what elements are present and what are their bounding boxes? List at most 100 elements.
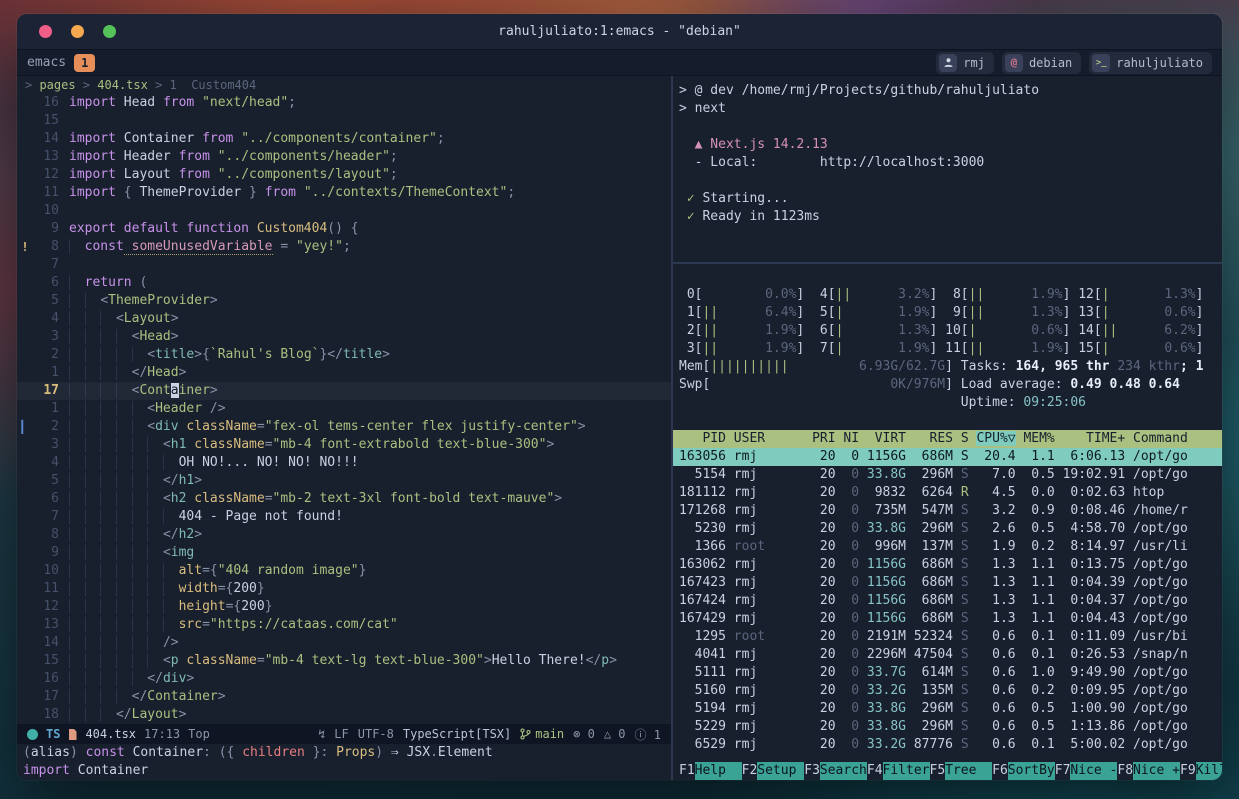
maximize-button[interactable]	[103, 25, 116, 38]
tmux-segment-label: rahuljuliato	[1116, 56, 1203, 70]
code-line[interactable]: 3 <h1 className="mb-4 font-extrabold tex…	[17, 436, 671, 454]
code-line[interactable]: 6 return (	[17, 274, 671, 292]
code-line[interactable]: 1 <Header />	[17, 400, 671, 418]
code-line[interactable]: 17 <Container>	[17, 382, 671, 400]
statusline-right: ↯ LF UTF-8 TypeScript[TSX] main ⊗ 0 △ 0 …	[318, 726, 661, 743]
tmux-status-right: rmj @debian >_ rahuljuliato	[936, 52, 1212, 74]
code-line[interactable]: 9export default function Custom404() {	[17, 220, 671, 238]
code-line[interactable]: 6 <h2 className="mb-2 text-3xl font-bold…	[17, 490, 671, 508]
tmux-window-badge[interactable]: 1	[74, 54, 95, 72]
tmux-segment-rahuljuliato[interactable]: >_ rahuljuliato	[1089, 52, 1212, 74]
process-row[interactable]: 5230 rmj 20 0 33.8G 296M S 2.6 0.5 4:58.…	[673, 520, 1222, 538]
close-button[interactable]	[39, 25, 52, 38]
lsp-icon: ↯	[318, 727, 325, 741]
process-row[interactable]: 5160 rmj 20 0 33.2G 135M S 0.6 0.2 0:09.…	[673, 682, 1222, 700]
process-row[interactable]: 4041 rmj 20 0 2296M 47504 S 0.6 0.1 0:26…	[673, 646, 1222, 664]
code-line[interactable]: 10	[17, 202, 671, 220]
info-count: ⓘ 1	[635, 726, 661, 743]
tmux-session-name[interactable]: emacs	[27, 55, 66, 70]
code-line[interactable]: 2 <title>{`Rahul's Blog`}</title>	[17, 346, 671, 364]
statusline-filename: 404.tsx	[85, 727, 136, 741]
code-line[interactable]: 11import { ThemeProvider } from "../cont…	[17, 184, 671, 202]
minimize-button[interactable]	[71, 25, 84, 38]
code-line[interactable]: 18 </Layout>	[17, 706, 671, 724]
code-line[interactable]: 14 />	[17, 634, 671, 652]
terminal-pane[interactable]: > @ dev /home/rmj/Projects/github/rahulj…	[673, 76, 1222, 264]
code-line[interactable]: 15 <p className="mb-4 text-lg text-blue-…	[17, 652, 671, 670]
code-line[interactable]: 14import Container from "../components/c…	[17, 130, 671, 148]
process-row[interactable]: 5154 rmj 20 0 33.8G 296M S 7.0 0.5 19:02…	[673, 466, 1222, 484]
terminal-window: rahuljuliato:1:emacs - "debian" emacs 1 …	[17, 14, 1222, 780]
error-count: ⊗ 0	[573, 727, 595, 741]
htop-pane[interactable]: 0[ 0.0%] 4[|| 3.2%] 8[|| 1.9%] 12[| 1.3%…	[673, 264, 1222, 780]
code-line[interactable]: 12 height={200}	[17, 598, 671, 616]
process-row[interactable]: 6529 rmj 20 0 33.2G 87776 S 0.6 0.1 5:00…	[673, 736, 1222, 754]
fkey-F5[interactable]: F5Tree	[930, 762, 993, 780]
code-line[interactable]: 5 <ThemeProvider>	[17, 292, 671, 310]
code-line[interactable]: 13import Header from "../components/head…	[17, 148, 671, 166]
tmux-segment-rmj[interactable]: rmj	[936, 52, 994, 74]
code-line[interactable]: 11 width={200}	[17, 580, 671, 598]
warning-count: △ 0	[604, 727, 626, 741]
code-line[interactable]: 8 </h2>	[17, 526, 671, 544]
process-row[interactable]: 1366 root 20 0 996M 137M S 1.9 0.2 8:14.…	[673, 538, 1222, 556]
fkey-F8[interactable]: F8Nice +	[1117, 762, 1180, 780]
cpu-meters: 0[ 0.0%] 4[|| 3.2%] 8[|| 1.9%] 12[| 1.3%…	[673, 286, 1222, 412]
process-row[interactable]: 167423 rmj 20 0 1156G 686M S 1.3 1.1 0:0…	[673, 574, 1222, 592]
code-line[interactable]: 1 </Head>	[17, 364, 671, 382]
code-line[interactable]: 15	[17, 112, 671, 130]
process-row[interactable]: 5229 rmj 20 0 33.8G 296M S 0.6 0.5 1:13.…	[673, 718, 1222, 736]
statusline-eol: LF	[334, 727, 348, 741]
process-table-header[interactable]: PID USER PRI NI VIRT RES S CPU%▽ MEM% TI…	[673, 430, 1222, 448]
breadcrumb: > pages > 404.tsx > 1 Custom404	[17, 76, 671, 94]
tmux-status-left: emacs 1	[27, 54, 95, 72]
code-line[interactable]: 12import Layout from "../components/layo…	[17, 166, 671, 184]
process-row[interactable]: 163056 rmj 20 0 1156G 686M S 20.4 1.1 6:…	[673, 448, 1222, 466]
process-row[interactable]: 5194 rmj 20 0 33.8G 296M S 0.6 0.5 1:00.…	[673, 700, 1222, 718]
process-row[interactable]: 171268 rmj 20 0 735M 547M S 3.2 0.9 0:08…	[673, 502, 1222, 520]
cursor-position: 17:13	[144, 727, 180, 741]
code-line[interactable]: 4 <Layout>	[17, 310, 671, 328]
process-row[interactable]: 1295 root 20 0 2191M 52324 S 0.6 0.1 0:1…	[673, 628, 1222, 646]
process-row[interactable]: 181112 rmj 20 0 9832 6264 R 4.5 0.0 0:02…	[673, 484, 1222, 502]
code-line[interactable]: 4 OH NO!... NO! NO! NO!!!	[17, 454, 671, 472]
code-line[interactable]: 13 src="https://cataas.com/cat"	[17, 616, 671, 634]
scroll-position: Top	[188, 727, 210, 741]
user-icon	[939, 54, 957, 72]
process-row[interactable]: 5111 rmj 20 0 33.7G 614M S 0.6 1.0 9:49.…	[673, 664, 1222, 682]
fkey-F7[interactable]: F7Nice -	[1055, 762, 1118, 780]
fkey-F9[interactable]: F9Kill	[1180, 762, 1222, 780]
git-branch-name: main	[535, 727, 564, 741]
code-line[interactable]: 7 404 - Page not found!	[17, 508, 671, 526]
statusline-major-mode[interactable]: TypeScript[TSX]	[403, 727, 511, 741]
code-line[interactable]: ▎2 <div className="fex-ol tems-center fl…	[17, 418, 671, 436]
right-column: > @ dev /home/rmj/Projects/github/rahulj…	[673, 76, 1222, 780]
terminal-icon: >_	[1092, 54, 1110, 72]
fkey-F3[interactable]: F3Search	[804, 762, 867, 780]
tmux-segment-debian[interactable]: @debian	[1002, 52, 1081, 74]
fkey-F6[interactable]: F6SortBy	[992, 762, 1055, 780]
code-line[interactable]: 16 </div>	[17, 670, 671, 688]
fkey-F2[interactable]: F2Setup	[742, 762, 805, 780]
code-area[interactable]: 16import Head from "next/head"; 15 14imp…	[17, 94, 671, 724]
code-line[interactable]: 3 <Head>	[17, 328, 671, 346]
fkey-bar: F1Help F2Setup F3SearchF4FilterF5Tree F6…	[673, 762, 1222, 780]
git-branch[interactable]: main	[520, 727, 564, 741]
code-line[interactable]: 7	[17, 256, 671, 274]
fkey-F4[interactable]: F4Filter	[867, 762, 930, 780]
process-table: PID USER PRI NI VIRT RES S CPU%▽ MEM% TI…	[673, 430, 1222, 754]
code-line[interactable]: 10 alt={"404 random image"}	[17, 562, 671, 580]
code-line[interactable]: 17 </Container>	[17, 688, 671, 706]
code-line[interactable]: 5 </h1>	[17, 472, 671, 490]
typescript-badge: TS	[46, 727, 60, 741]
process-row[interactable]: 167424 rmj 20 0 1156G 686M S 1.3 1.1 0:0…	[673, 592, 1222, 610]
code-line[interactable]: 9 <img	[17, 544, 671, 562]
cpu-meter-row: 2[|| 1.9%] 6[| 1.3%] 10[| 0.6%] 14[|| 6.…	[673, 322, 1222, 340]
process-row[interactable]: 163062 rmj 20 0 1156G 686M S 1.3 1.1 0:1…	[673, 556, 1222, 574]
code-line[interactable]: 16import Head from "next/head";	[17, 94, 671, 112]
editor-pane[interactable]: > pages > 404.tsx > 1 Custom404 16import…	[17, 76, 673, 780]
fkey-F1[interactable]: F1Help	[679, 762, 742, 780]
code-line[interactable]: !8 const someUnusedVariable = "yey!";	[17, 238, 671, 256]
process-row[interactable]: 167429 rmj 20 0 1156G 686M S 1.3 1.1 0:0…	[673, 610, 1222, 628]
window-title: rahuljuliato:1:emacs - "debian"	[498, 24, 741, 39]
